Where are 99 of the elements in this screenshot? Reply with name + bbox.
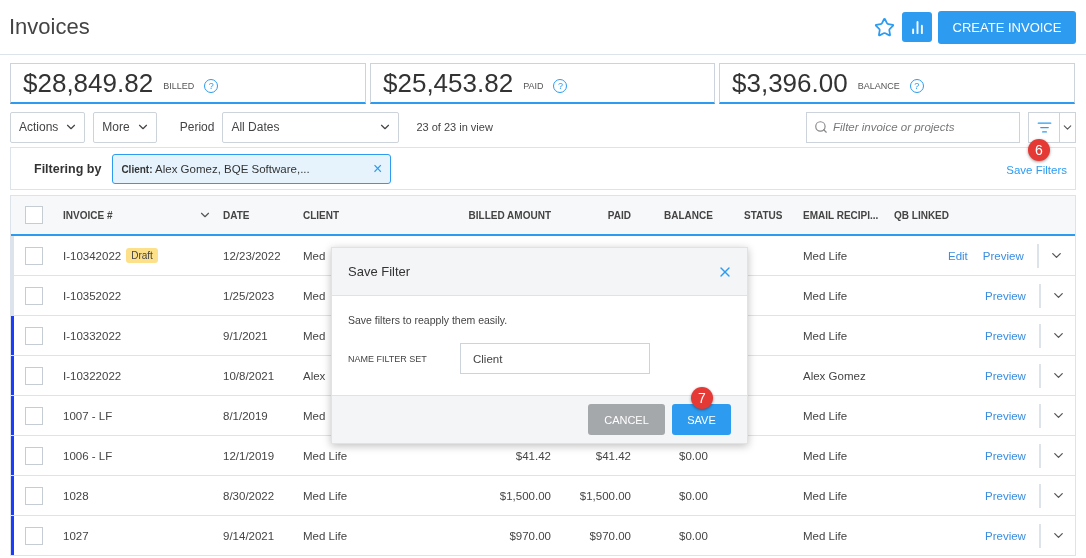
row-checkbox[interactable]	[24, 446, 43, 465]
row-checkbox[interactable]	[24, 366, 43, 385]
date-cell: 8/30/2022	[223, 489, 275, 502]
invoice-number: I-10322022	[63, 369, 122, 382]
summary-label: BALANCE	[857, 81, 900, 91]
edit-link[interactable]: Edit	[948, 249, 968, 262]
amount-cell: $970.00	[589, 529, 631, 542]
bar-chart-icon	[909, 19, 925, 35]
invoice-number: I-10342022	[63, 249, 122, 262]
date-cell: 9/14/2021	[223, 529, 275, 542]
summary-amount: $25,453.82	[383, 67, 514, 99]
save-filters-link[interactable]: Save Filters	[1006, 163, 1067, 176]
amount-cell: $0.00	[679, 529, 708, 542]
search-icon	[814, 119, 828, 134]
column-header: EMAIL RECIPI...	[803, 208, 879, 222]
row-checkbox[interactable]	[24, 406, 43, 425]
amount-cell: $1,500.00	[499, 489, 551, 502]
client-cell: Med	[303, 289, 326, 302]
invoice-number: 1027	[63, 529, 89, 542]
row-checkbox[interactable]	[24, 246, 43, 265]
chart-button[interactable]	[902, 12, 932, 42]
dialog-message: Save filters to reapply them easily.	[348, 314, 509, 326]
summary-label: BILLED	[163, 81, 195, 91]
create-invoice-button[interactable]: CREATE INVOICE	[938, 10, 1076, 44]
amount-cell: $1,500.00	[579, 489, 631, 502]
save-button[interactable]: SAVE	[672, 404, 731, 435]
column-header: PAID	[607, 208, 631, 222]
date-cell: 9/1/2021	[223, 329, 268, 342]
invoice-number: 1028	[63, 489, 89, 502]
date-cell: 10/8/2021	[223, 369, 275, 382]
select-all-checkbox[interactable]	[24, 206, 43, 224]
draft-badge: Draft	[126, 248, 158, 263]
preview-link[interactable]: Preview	[985, 329, 1026, 342]
more-dropdown[interactable]: More	[93, 111, 157, 143]
amount-cell: $41.42	[515, 449, 551, 462]
date-cell: 12/23/2022	[223, 249, 281, 262]
amount-cell: $41.42	[595, 449, 631, 462]
client-cell: Med	[303, 409, 326, 422]
invoice-number: 1006 - LF	[63, 449, 113, 462]
preview-link[interactable]: Preview	[985, 449, 1026, 462]
step-callout: 7	[691, 387, 713, 409]
client-cell: Med Life	[303, 529, 348, 542]
client-cell: Med Life	[303, 449, 348, 462]
email-cell: Med Life	[803, 449, 848, 462]
actions-dropdown[interactable]: Actions	[10, 111, 86, 143]
preview-link[interactable]: Preview	[985, 369, 1026, 382]
filter-icon	[1036, 119, 1052, 135]
amount-cell: $970.00	[509, 529, 551, 542]
row-checkbox[interactable]	[24, 486, 43, 505]
preview-link[interactable]: Preview	[985, 409, 1026, 422]
dialog-title: Save Filter	[348, 264, 411, 279]
row-checkbox[interactable]	[24, 326, 43, 345]
amount-cell: $0.00	[679, 449, 708, 462]
email-cell: Med Life	[803, 489, 848, 502]
email-cell: Med Life	[803, 329, 848, 342]
page-title: Invoices	[9, 14, 91, 40]
filter-label: Filtering by	[34, 161, 102, 176]
summary-label: PAID	[523, 81, 544, 91]
result-count: 23 of 23 in view	[416, 121, 494, 133]
client-cell: Med Life	[303, 489, 348, 502]
preview-link[interactable]: Preview	[982, 249, 1024, 262]
email-cell: Med Life	[803, 249, 848, 262]
row-checkbox[interactable]	[24, 286, 43, 305]
field-label: NAME FILTER SET	[348, 353, 428, 364]
column-header: STATUS	[744, 208, 783, 222]
preview-link[interactable]: Preview	[985, 289, 1026, 302]
search-field[interactable]: Filter invoice or projects	[806, 111, 1020, 143]
email-cell: Med Life	[803, 289, 848, 302]
filter-button[interactable]	[1028, 111, 1060, 143]
date-cell: 12/1/2019	[223, 449, 275, 462]
email-cell: Med Life	[803, 529, 848, 542]
client-cell: Med	[303, 329, 326, 342]
summary-amount: $28,849.82	[23, 67, 154, 99]
client-cell: Alex	[303, 369, 326, 382]
column-header: BILLED AMOUNT	[468, 208, 551, 222]
filter-name-field[interactable]: Client	[460, 343, 650, 374]
column-header: QB LINKED	[894, 208, 949, 222]
email-cell: Alex Gomez	[803, 369, 866, 382]
preview-link[interactable]: Preview	[985, 529, 1026, 542]
invoice-number: I-10352022	[63, 289, 122, 302]
filter-menu-button[interactable]	[1060, 111, 1076, 143]
column-header: BALANCE	[664, 208, 713, 222]
summary-amount: $3,396.00	[732, 67, 848, 99]
column-header: INVOICE #	[63, 208, 113, 222]
preview-link[interactable]: Preview	[985, 489, 1026, 502]
column-header: DATE	[223, 208, 250, 222]
amount-cell: $0.00	[679, 489, 708, 502]
invoice-number: I-10332022	[63, 329, 122, 342]
client-cell: Med	[303, 249, 326, 262]
column-header: CLIENT	[303, 208, 340, 222]
date-cell: 8/1/2019	[223, 409, 268, 422]
period-select[interactable]: All Dates	[222, 111, 400, 143]
date-cell: 1/25/2023	[223, 289, 275, 302]
period-label: Period	[179, 120, 215, 134]
invoice-number: 1007 - LF	[63, 409, 113, 422]
filter-chip-text: Client: Alex Gomez, BQE Software,...	[121, 162, 310, 175]
cancel-button[interactable]: CANCEL	[588, 404, 665, 435]
row-checkbox[interactable]	[24, 526, 43, 545]
email-cell: Med Life	[803, 409, 848, 422]
